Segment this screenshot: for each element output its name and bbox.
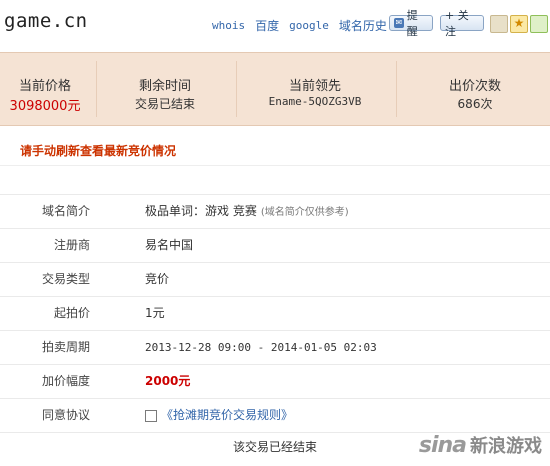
info-row-start-price: 起拍价 1元 [0,296,550,330]
remind-button[interactable]: ✉ 提醒 [389,9,433,38]
follow-button[interactable]: + 关注 [440,9,484,38]
whois-link[interactable]: whois [212,19,245,32]
stat-divider [236,61,237,117]
star-icon[interactable]: ★ [510,15,528,33]
stat-remaining-time: 剩余时间 交易已结束 [134,79,195,111]
stat-divider [96,61,97,117]
google-link[interactable]: google [289,19,329,32]
info-row-auction-period: 拍卖周期 2013-12-28 09:00 - 2014-01-05 02:03 [0,330,550,364]
header: game.cn whois 百度 google 域名历史 ✉ 提醒 + 关注 ★ [0,0,550,52]
stat-divider [396,61,397,117]
agreement-rules-link[interactable]: 《抢滩期竞价交易规则》 [161,408,293,422]
header-links: whois 百度 google 域名历史 [212,16,397,34]
stat-current-price: 当前价格 3098000元 [9,79,81,114]
stat-bid-count: 出价次数 686次 [448,79,501,111]
baidu-link[interactable]: 百度 [255,17,279,34]
info-row-trade-type: 交易类型 竞价 [0,262,550,296]
agreement-checkbox[interactable] [145,409,157,422]
domain-title: game.cn [4,10,88,32]
rss-icon[interactable] [490,15,508,33]
divider [0,165,550,166]
info-row-registrar: 注册商 易名中国 [0,228,550,262]
stat-current-leader: 当前领先 Ename-5QOZG3VB [268,79,362,108]
watermark: sina 新浪游戏 [419,432,542,458]
info-row-bid-increment: 加价幅度 2000元 [0,364,550,398]
domain-history-link[interactable]: 域名历史 [339,17,387,34]
info-row-intro: 域名简介 极品单词：游戏 竞赛 (域名简介仅供参考) [0,194,550,228]
refresh-notice: 请手动刷新查看最新竞价情况 [20,144,177,158]
bell-icon: ✉ [394,18,404,28]
sina-logo-icon: sina [418,432,467,458]
watermark-text: 新浪游戏 [470,436,542,457]
share-icon[interactable] [530,15,548,33]
stats-band: 当前价格 3098000元 剩余时间 交易已结束 当前领先 Ename-5QOZ… [0,52,550,126]
info-row-agreement: 同意协议 《抢滩期竞价交易规则》 [0,398,550,432]
